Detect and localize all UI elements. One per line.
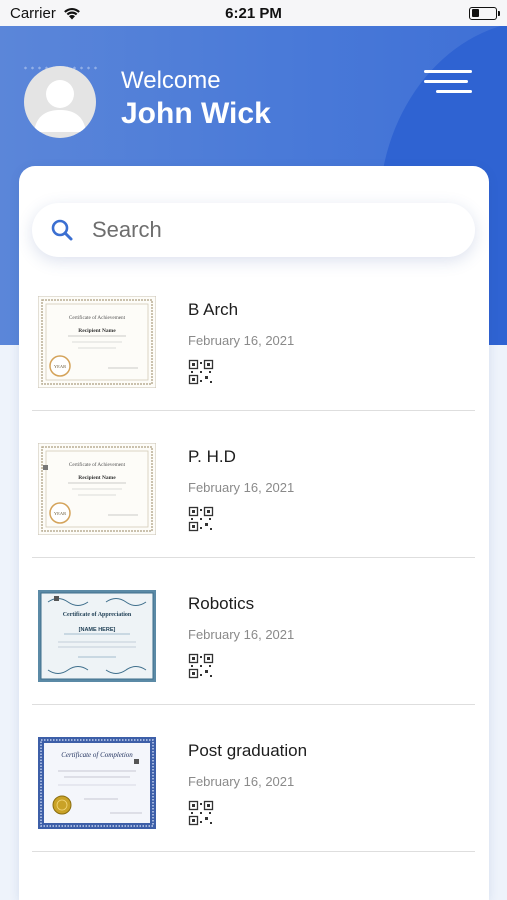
certificate-badge: YEAR <box>54 511 66 516</box>
user-silhouette-icon <box>34 80 86 132</box>
search-icon <box>51 219 73 241</box>
welcome-text: Welcome <box>121 67 221 94</box>
certificate-title: Robotics <box>188 594 255 613</box>
certificate-thumbnail: Certificate of Achievement Recipient Nam… <box>38 443 156 535</box>
battery-icon <box>469 6 500 20</box>
certificate-heading: Certificate of Completion <box>61 751 133 759</box>
certificate-title: B Arch <box>188 300 239 319</box>
certificate-heading: Certificate of Achievement <box>69 314 126 321</box>
qr-code-icon[interactable] <box>188 653 214 679</box>
carrier-label: Carrier <box>10 4 56 22</box>
certificate-list-item[interactable]: Certificate of Achievement Recipient Nam… <box>32 264 475 411</box>
search-bar[interactable] <box>32 203 475 257</box>
certificate-date: February 16, 2021 <box>188 627 295 642</box>
certificate-date: February 16, 2021 <box>188 774 295 789</box>
certificate-recipient: [NAME HERE] <box>79 627 116 633</box>
qr-code-icon[interactable] <box>188 800 214 826</box>
certificate-recipient: Recipient Name <box>78 328 116 334</box>
certificate-heading: Certificate of Appreciation <box>63 612 132 618</box>
certificate-recipient: Recipient Name <box>78 475 116 481</box>
qr-code-icon[interactable] <box>188 506 214 532</box>
certificate-list-item[interactable]: Certificate of Appreciation [NAME HERE] … <box>32 558 475 705</box>
certificate-thumbnail: Certificate of Appreciation [NAME HERE] <box>38 590 156 682</box>
certificate-title: P. H.D <box>188 447 236 466</box>
menu-icon[interactable] <box>424 70 472 96</box>
certificate-heading: Certificate of Achievement <box>69 461 126 468</box>
certificate-thumbnail: Certificate of Completion <box>38 737 156 829</box>
certificate-title: Post graduation <box>188 741 308 760</box>
certificate-thumbnail: Certificate of Achievement Recipient Nam… <box>38 296 156 388</box>
certificates-card: Certificate of Achievement Recipient Nam… <box>19 166 489 900</box>
certificate-badge: YEAR <box>54 364 66 369</box>
search-input[interactable] <box>92 217 422 243</box>
user-name: John Wick <box>121 97 271 130</box>
avatar[interactable] <box>24 66 96 138</box>
certificate-date: February 16, 2021 <box>188 480 295 495</box>
certificate-list-item[interactable]: Certificate of Achievement Recipient Nam… <box>32 411 475 558</box>
qr-code-icon[interactable] <box>188 359 214 385</box>
status-bar: Carrier 6:21 PM <box>0 0 507 26</box>
certificate-date: February 16, 2021 <box>188 333 295 348</box>
certificate-list-item[interactable]: Certificate of Completion Post graduatio… <box>32 705 475 852</box>
wifi-icon <box>63 7 80 20</box>
